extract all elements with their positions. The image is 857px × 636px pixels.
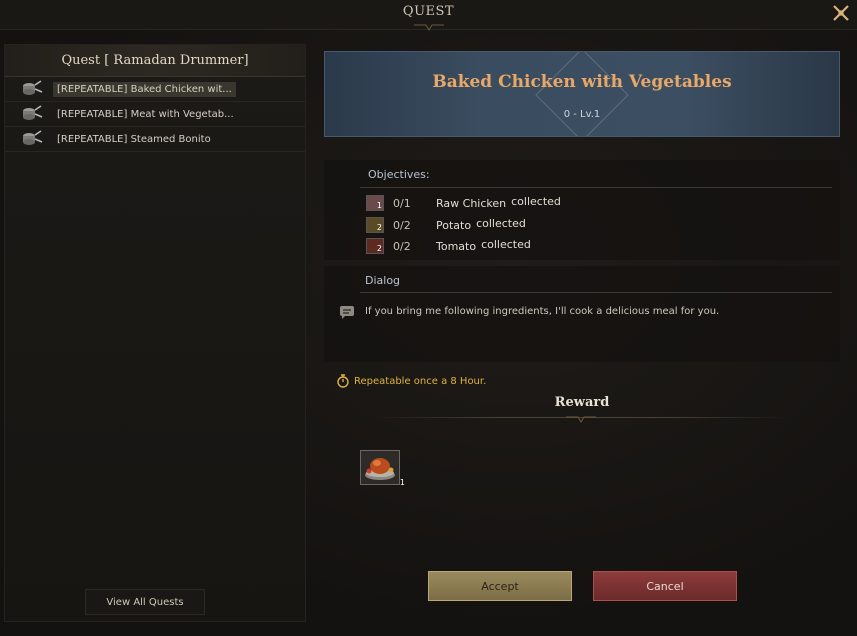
- banner-diamond-ornament: [535, 52, 629, 136]
- quest-window: QUEST Quest [ Ramadan Drummer] [REPEATAB…: [0, 0, 857, 636]
- objective-count: 0/1: [393, 196, 411, 210]
- drum-icon: [23, 80, 43, 95]
- accept-button[interactable]: Accept: [428, 571, 572, 601]
- quest-list-item[interactable]: [REPEATABLE] Meat with Vegetab...: [5, 102, 305, 127]
- drum-icon: [23, 105, 43, 120]
- objective-item-name: Potato: [436, 218, 472, 232]
- drum-icon: [23, 130, 43, 145]
- quest-title-banner: Baked Chicken with Vegetables 0 - Lv.1: [324, 51, 840, 137]
- objective-row: 2 0/2 Potato collected: [366, 216, 526, 234]
- objective-item-name: Tomato: [436, 239, 477, 253]
- quest-list-item[interactable]: [REPEATABLE] Baked Chicken wit...: [5, 77, 305, 102]
- repeatable-info: Repeatable once a 8 Hour.: [336, 374, 486, 388]
- potato-icon: 2: [366, 217, 384, 233]
- objective-count: 0/2: [393, 239, 411, 253]
- objective-verb: collected: [476, 216, 526, 230]
- reward-header: Reward: [554, 395, 610, 410]
- objective-item-name: Raw Chicken: [436, 196, 507, 210]
- objective-item-qty: 2: [376, 223, 382, 232]
- divider: [360, 292, 832, 293]
- title-bar: QUEST: [0, 0, 857, 31]
- quest-list-item-label: [REPEATABLE] Meat with Vegetab...: [57, 108, 234, 120]
- objective-item-qty: 2: [376, 244, 382, 253]
- quest-list-item-label: [REPEATABLE] Baked Chicken wit...: [53, 81, 236, 97]
- dialog-text: If you bring me following ingredients, I…: [365, 306, 720, 317]
- objective-count: 0/2: [393, 218, 411, 232]
- objective-row: 2 0/2 Tomato collected: [366, 237, 531, 255]
- quest-list-header: Quest [ Ramadan Drummer]: [5, 45, 305, 77]
- stopwatch-icon: [337, 374, 349, 388]
- reward-qty: 1: [399, 478, 405, 487]
- divider: [360, 187, 832, 188]
- objective-verb: collected: [511, 194, 561, 208]
- quest-list-item-label: [REPEATABLE] Steamed Bonito: [57, 133, 211, 145]
- quest-level: 0 - Lv.1: [563, 109, 601, 120]
- objective-verb: collected: [481, 237, 531, 251]
- window-title: QUEST: [402, 4, 455, 19]
- repeatable-text: Repeatable once a 8 Hour.: [354, 375, 487, 387]
- objective-item-qty: 1: [376, 201, 382, 210]
- reward-ornament-icon: [566, 416, 596, 423]
- objectives-header: Objectives:: [368, 168, 430, 181]
- reward-item-slot[interactable]: 1: [360, 450, 405, 487]
- title-ornament-icon: [414, 24, 444, 31]
- view-all-quests-button[interactable]: View All Quests: [85, 589, 205, 615]
- quest-title: Baked Chicken with Vegetables: [432, 72, 732, 92]
- close-icon[interactable]: [831, 3, 851, 23]
- quest-list-item[interactable]: [REPEATABLE] Steamed Bonito: [5, 127, 305, 152]
- objective-row: 1 0/1 Raw Chicken collected: [366, 194, 561, 212]
- tomato-icon: 2: [366, 238, 384, 254]
- quest-list-panel: Quest [ Ramadan Drummer] [REPEATABLE] Ba…: [4, 44, 306, 622]
- speech-bubble-icon: [340, 306, 354, 319]
- objectives-section: Objectives: 1 0/1 Raw Chicken collected …: [324, 160, 840, 260]
- baked-chicken-icon: [365, 458, 395, 480]
- dialog-header: Dialog: [365, 274, 401, 287]
- cancel-button[interactable]: Cancel: [593, 571, 737, 601]
- dialog-section: Dialog If you bring me following ingredi…: [324, 266, 840, 362]
- raw-chicken-icon: 1: [366, 195, 384, 211]
